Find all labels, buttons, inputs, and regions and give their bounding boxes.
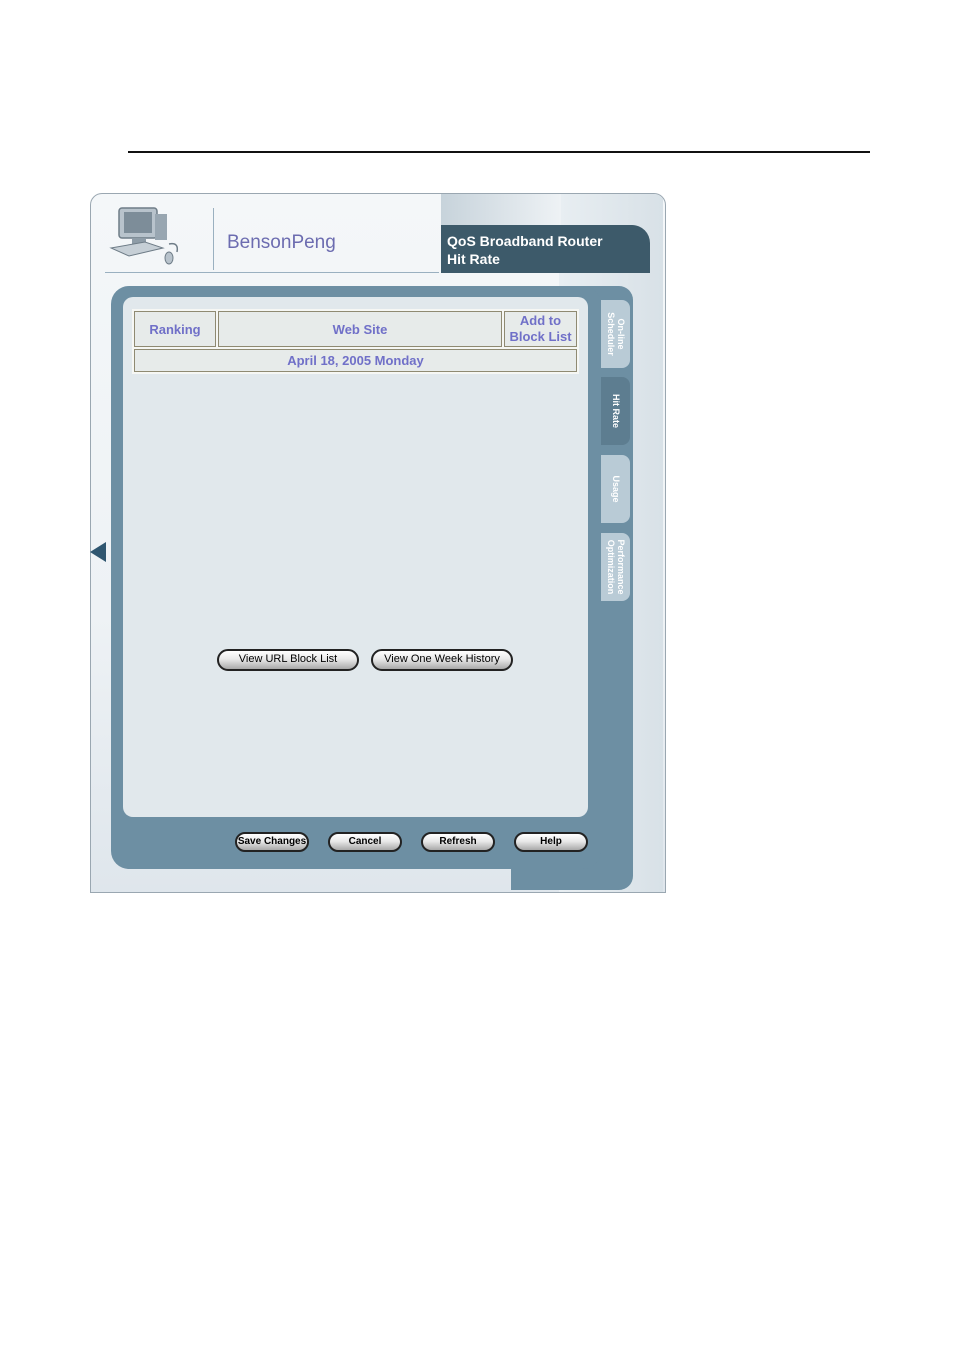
title-line-2: Hit Rate — [447, 251, 500, 267]
date-label: April 18, 2005 Monday — [134, 349, 577, 372]
table-header-row: Ranking Web Site Add to Block List — [134, 311, 577, 347]
col-add-to-block-list: Add to Block List — [504, 311, 577, 347]
tab-online-scheduler[interactable]: On-line Scheduler — [601, 300, 630, 368]
tab-label: Performance Optimization — [605, 539, 626, 595]
col-add-line-2: Block List — [509, 329, 572, 344]
title-line-1: QoS Broadband Router — [447, 233, 603, 249]
view-one-week-history-button[interactable]: View One Week History — [371, 649, 513, 671]
left-triangle-icon[interactable] — [90, 542, 106, 562]
col-ranking: Ranking — [134, 311, 216, 347]
cancel-button[interactable]: Cancel — [328, 832, 402, 852]
header-rule — [105, 272, 439, 273]
header-separator — [213, 208, 214, 270]
save-changes-button[interactable]: Save Changes — [235, 832, 309, 852]
col-web-site: Web Site — [218, 311, 502, 347]
tab-usage[interactable]: Usage — [601, 455, 630, 523]
router-window: BensonPeng QoS Broadband Router Hit Rate… — [90, 193, 666, 893]
user-name: BensonPeng — [227, 232, 336, 253]
title-shade — [441, 194, 561, 225]
page-title: QoS Broadband Router Hit Rate — [441, 225, 650, 273]
date-row: April 18, 2005 Monday — [134, 349, 577, 372]
content-area — [123, 297, 588, 817]
tab-label: Hit Rate — [610, 393, 621, 429]
tab-performance-optimization[interactable]: Performance Optimization — [601, 533, 630, 601]
top-rule — [128, 151, 870, 153]
col-add-line-1: Add to — [519, 313, 562, 328]
tab-label: On-line Scheduler — [605, 312, 626, 356]
view-url-block-list-button[interactable]: View URL Block List — [217, 649, 359, 671]
refresh-button[interactable]: Refresh — [421, 832, 495, 852]
tab-hit-rate[interactable]: Hit Rate — [601, 377, 630, 445]
help-button[interactable]: Help — [514, 832, 588, 852]
tab-label: Usage — [610, 475, 621, 503]
hit-rate-table: Ranking Web Site Add to Block List April… — [132, 309, 579, 374]
computer-icon — [109, 207, 179, 265]
